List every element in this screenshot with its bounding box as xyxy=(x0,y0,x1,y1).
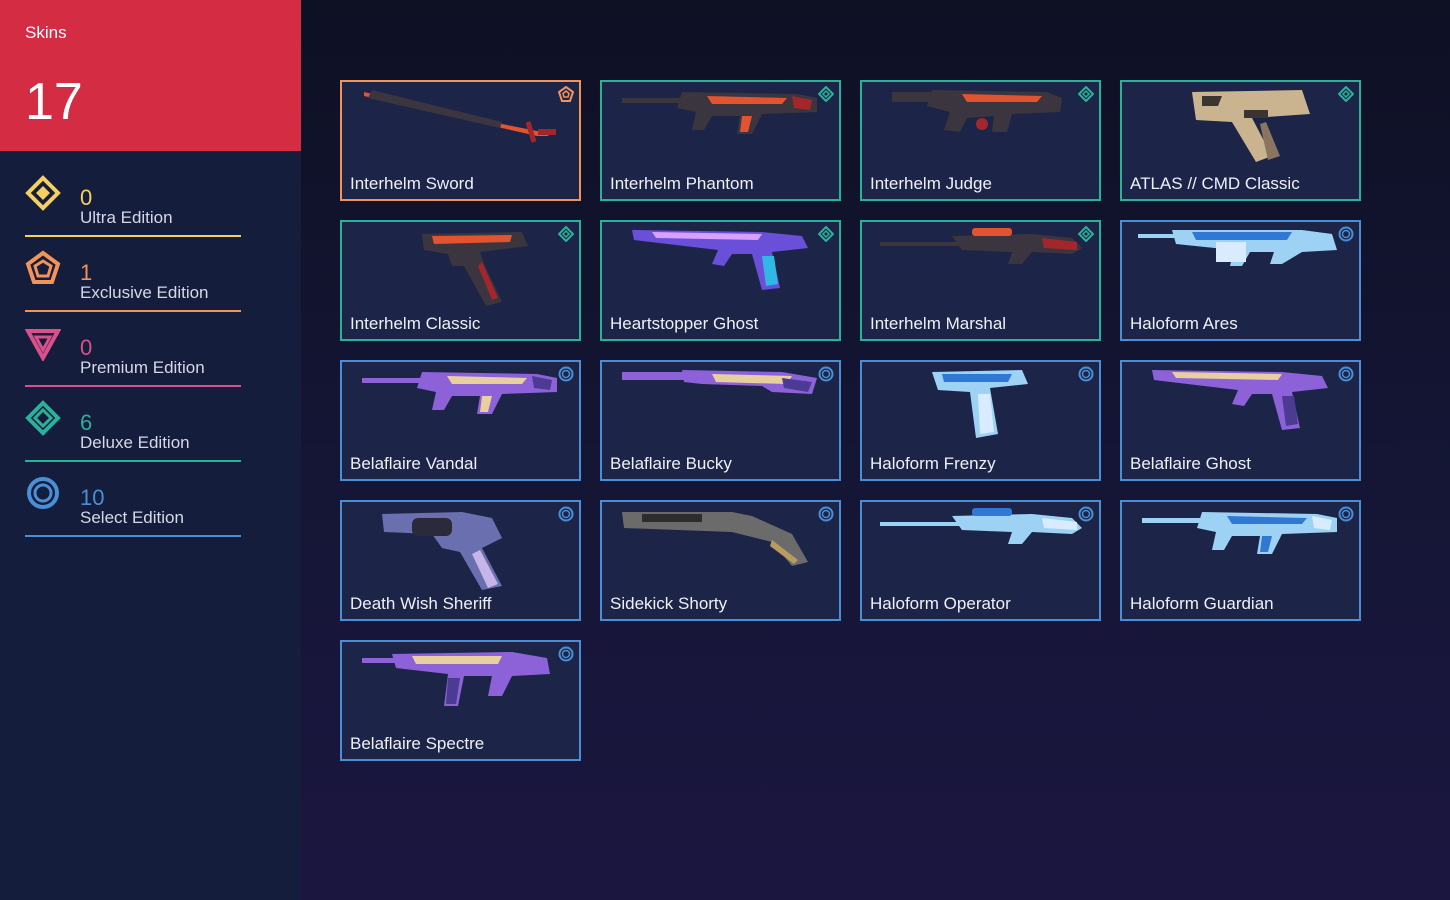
ultra-edition-label: Ultra Edition xyxy=(80,208,173,227)
skin-name: Belaflaire Spectre xyxy=(350,734,485,753)
skin-card[interactable]: Haloform Frenzy xyxy=(860,360,1101,481)
select-edition-badge-icon xyxy=(1078,366,1094,382)
skin-card[interactable]: Belaflaire Vandal xyxy=(340,360,581,481)
weapon-skin-image xyxy=(932,370,1028,438)
skin-card[interactable]: Haloform Operator xyxy=(860,500,1101,621)
premium-edition-icon xyxy=(25,329,61,361)
skin-name: Heartstopper Ghost xyxy=(610,314,759,333)
select-edition-count: 10 xyxy=(80,485,105,510)
weapon-skin-image xyxy=(880,508,1082,544)
skin-name: Interhelm Phantom xyxy=(610,174,754,193)
weapon-skin-image xyxy=(364,90,556,143)
weapon-skin-image xyxy=(362,652,550,706)
skin-name: Haloform Guardian xyxy=(1130,594,1274,613)
skin-card[interactable]: Sidekick Shorty xyxy=(600,500,841,621)
exclusive-edition-icon xyxy=(25,250,61,284)
weapon-skin-image xyxy=(1152,370,1328,430)
weapon-skin-image xyxy=(622,512,808,566)
skin-card[interactable]: Belaflaire Spectre xyxy=(340,640,581,761)
weapon-skin-image xyxy=(382,512,502,590)
skin-name: Interhelm Classic xyxy=(350,314,481,333)
skins-summary-header: Skins 17 xyxy=(0,0,301,151)
skin-card[interactable]: Belaflaire Ghost xyxy=(1120,360,1361,481)
skin-card[interactable]: Haloform Guardian xyxy=(1120,500,1361,621)
skin-name: Haloform Frenzy xyxy=(870,454,996,473)
weapon-skin-image xyxy=(632,230,808,290)
weapon-skin-image xyxy=(1138,230,1337,266)
exclusive-edition-badge-icon xyxy=(558,86,574,102)
premium-edition-label: Premium Edition xyxy=(80,358,205,377)
exclusive-edition-label: Exclusive Edition xyxy=(80,283,209,302)
exclusive-edition-count: 1 xyxy=(80,260,93,285)
select-edition-icon xyxy=(27,477,59,509)
weapon-skin-image xyxy=(1192,90,1310,162)
skin-card[interactable]: Interhelm Judge xyxy=(860,80,1101,201)
skin-name: Death Wish Sheriff xyxy=(350,594,492,613)
skin-name: Haloform Operator xyxy=(870,594,1011,613)
skins-total-count: 17 xyxy=(25,73,83,131)
select-edition-badge-icon xyxy=(818,506,834,522)
skin-card[interactable]: Death Wish Sheriff xyxy=(340,500,581,621)
skin-name: Sidekick Shorty xyxy=(610,594,728,613)
skin-card[interactable]: Haloform Ares xyxy=(1120,220,1361,341)
select-edition-badge-icon xyxy=(558,646,574,662)
deluxe-edition-label: Deluxe Edition xyxy=(80,433,190,452)
deluxe-edition-badge-icon xyxy=(818,226,834,242)
skin-card[interactable]: Belaflaire Bucky xyxy=(600,360,841,481)
skin-name: Interhelm Sword xyxy=(350,174,474,193)
skin-name: Haloform Ares xyxy=(1130,314,1238,333)
skin-card[interactable]: Heartstopper Ghost xyxy=(600,220,841,341)
ultra-edition-icon xyxy=(25,175,61,211)
select-edition-badge-icon xyxy=(558,366,574,382)
deluxe-edition-icon xyxy=(25,400,61,436)
select-edition-badge-icon xyxy=(1338,506,1354,522)
skin-name: Interhelm Judge xyxy=(870,174,992,193)
weapon-skin-image xyxy=(892,90,1062,132)
select-edition-badge-icon xyxy=(1338,366,1354,382)
skin-card[interactable]: Interhelm Sword xyxy=(340,80,581,201)
deluxe-edition-badge-icon xyxy=(818,86,834,102)
weapon-skin-image xyxy=(622,370,817,394)
weapon-skin-image xyxy=(362,372,557,414)
deluxe-edition-count: 6 xyxy=(80,410,93,435)
deluxe-edition-badge-icon xyxy=(558,226,574,242)
skin-card[interactable]: ATLAS // CMD Classic xyxy=(1120,80,1361,201)
weapon-skin-image xyxy=(880,228,1082,264)
skin-name: ATLAS // CMD Classic xyxy=(1130,174,1300,193)
tier-ultra-edition[interactable]: 0 Ultra Edition xyxy=(25,175,241,237)
weapon-skin-image xyxy=(622,92,817,134)
weapon-skin-image xyxy=(422,232,528,306)
deluxe-edition-badge-icon xyxy=(1338,86,1354,102)
select-edition-badge-icon xyxy=(1078,506,1094,522)
select-edition-badge-icon xyxy=(818,366,834,382)
select-edition-badge-icon xyxy=(558,506,574,522)
premium-edition-count: 0 xyxy=(80,335,93,360)
skin-name: Belaflaire Ghost xyxy=(1130,454,1251,473)
skins-title: Skins xyxy=(25,23,67,42)
deluxe-edition-badge-icon xyxy=(1078,86,1094,102)
select-edition-badge-icon xyxy=(1338,226,1354,242)
tier-premium-edition[interactable]: 0 Premium Edition xyxy=(25,325,241,387)
skin-name: Belaflaire Vandal xyxy=(350,454,478,473)
skin-name: Interhelm Marshal xyxy=(870,314,1007,333)
tier-deluxe-edition[interactable]: 6 Deluxe Edition xyxy=(25,400,241,462)
skin-card[interactable]: Interhelm Classic xyxy=(340,220,581,341)
ultra-edition-count: 0 xyxy=(80,185,93,210)
select-edition-label: Select Edition xyxy=(80,508,184,527)
weapon-skin-image xyxy=(1142,512,1337,554)
sidebar: Skins 17 0 Ultra Edition 1 Exclusive Edi… xyxy=(0,0,301,900)
tier-exclusive-edition[interactable]: 1 Exclusive Edition xyxy=(25,250,241,312)
skin-card[interactable]: Interhelm Phantom xyxy=(600,80,841,201)
skin-card[interactable]: Interhelm Marshal xyxy=(860,220,1101,341)
skin-name: Belaflaire Bucky xyxy=(610,454,732,473)
deluxe-edition-badge-icon xyxy=(1078,226,1094,242)
tier-select-edition[interactable]: 10 Select Edition xyxy=(25,475,241,537)
